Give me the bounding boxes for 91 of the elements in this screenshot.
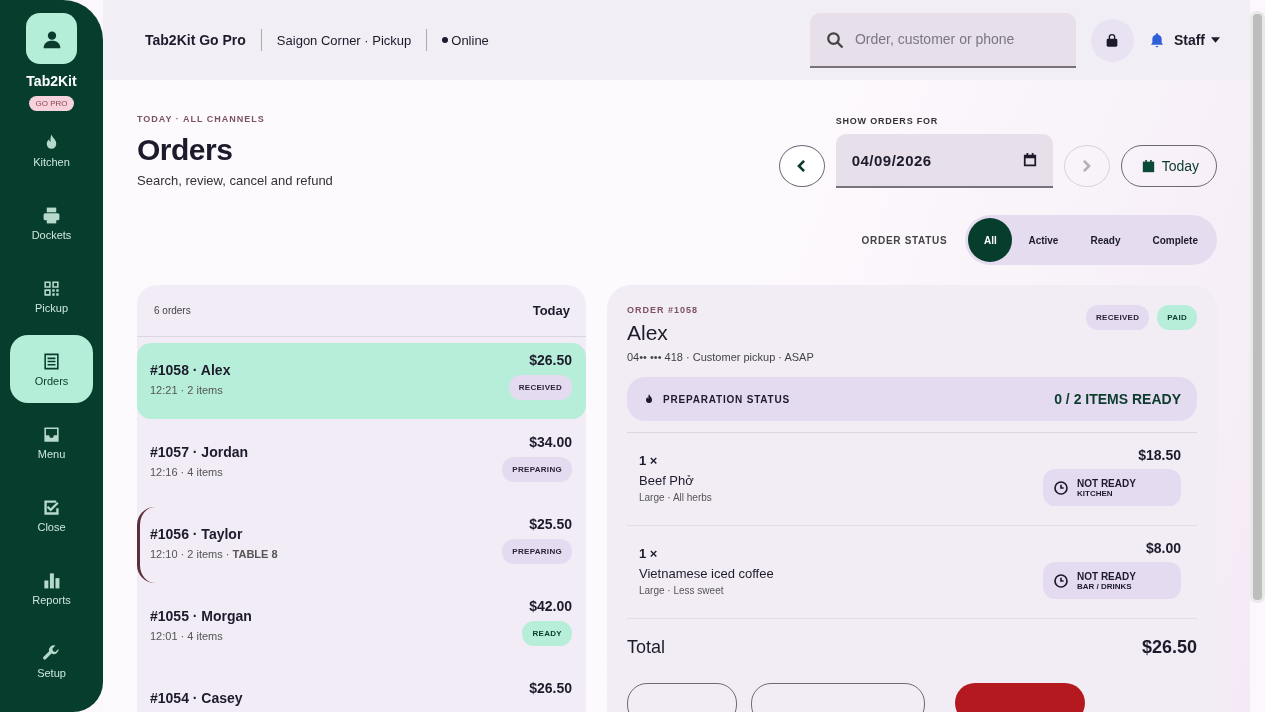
item-status-button[interactable]: NOT READY KITCHEN — [1043, 469, 1181, 506]
nav-item[interactable]: Pickup — [10, 262, 93, 330]
status-badge: PREPARING — [502, 539, 572, 564]
item-options: Large · All herbs — [639, 492, 712, 503]
checkbox-icon — [42, 497, 61, 517]
clock-icon — [1053, 572, 1069, 589]
order-meta: 12:21 · 2 items — [150, 384, 224, 396]
order-meta: 12:16 · 4 items — [150, 466, 224, 478]
order-row[interactable]: #1057 · Jordan 12:16 · 4 items $34.00 PREPARING — [137, 425, 586, 501]
nav-item[interactable]: Reports — [10, 554, 93, 622]
order-title: #1057 · Jordan — [150, 444, 249, 460]
app-name: Tab2Kit Go Pro — [145, 32, 246, 48]
order-number: ORDER #1058 — [627, 305, 700, 315]
customer-name: Alex — [627, 321, 669, 345]
clock-icon — [1053, 479, 1069, 496]
order-amount: $26.50 — [529, 680, 572, 696]
order-row[interactable]: #1054 · Casey $26.50 — [137, 671, 586, 712]
calendar-icon — [1022, 153, 1037, 167]
printer-icon — [42, 205, 61, 225]
nav-item[interactable]: Orders — [10, 335, 93, 403]
order-title: #1058 · Alex — [150, 362, 231, 378]
order-amount: $25.50 — [529, 516, 572, 532]
item-price: $18.50 — [1138, 447, 1181, 463]
order-meta: 04•• ••• 418 · Customer pickup · ASAP — [627, 351, 814, 363]
nav-item[interactable]: Close — [10, 481, 93, 549]
order-count: 6 orders — [154, 305, 191, 316]
page-subtitle: Search, review, cancel and refund — [137, 173, 333, 188]
chevron-right-icon — [1082, 160, 1092, 172]
status-dot-icon — [442, 37, 449, 43]
period-label: Today — [532, 303, 570, 318]
order-title: #1056 · Taylor — [150, 526, 244, 542]
order-title: #1054 · Casey — [150, 690, 243, 706]
item-name: Vietnamese iced coffee — [639, 566, 774, 581]
page-eyebrow: TODAY · ALL CHANNELS — [137, 114, 266, 124]
connection-status: Online — [451, 32, 489, 48]
order-meta: 12:01 · 4 items — [150, 630, 224, 642]
item-name: Beef Phở — [639, 473, 695, 488]
flame-icon — [643, 393, 655, 405]
item-status-button[interactable]: NOT READY BAR / DRINKS — [1043, 562, 1181, 599]
status-badge: PREPARING — [502, 457, 572, 482]
action-button[interactable] — [955, 683, 1085, 712]
item-quantity: 1 × — [639, 546, 659, 561]
brand-name: Tab2Kit — [26, 73, 77, 89]
total-amount: $26.50 — [1141, 637, 1197, 658]
order-row[interactable]: #1058 · Alex 12:21 · 2 items $26.50 RECEIVED — [137, 343, 586, 419]
filter-option[interactable]: Complete — [1136, 218, 1214, 262]
filter-option[interactable]: Ready — [1074, 218, 1137, 262]
order-amount: $34.00 — [529, 434, 572, 450]
order-title: #1055 · Morgan — [150, 608, 252, 624]
item-price: $8.00 — [1145, 540, 1181, 556]
previous-day-button[interactable] — [778, 145, 825, 187]
nav-item[interactable]: Setup — [10, 627, 93, 695]
items-ready-count: 0 / 2 ITEMS READY — [1054, 391, 1181, 407]
search-icon — [825, 30, 844, 49]
bar-chart-icon — [42, 570, 61, 590]
total-label: Total — [627, 637, 666, 658]
user-menu[interactable]: Staff — [1173, 32, 1220, 48]
search-field[interactable]: Order, customer or phone — [809, 12, 1076, 68]
notifications-button[interactable] — [1148, 32, 1165, 48]
order-amount: $42.00 — [529, 598, 572, 614]
nav-item[interactable]: Kitchen — [10, 116, 93, 184]
status-badge: RECEIVED — [508, 375, 572, 400]
order-row[interactable]: #1056 · Taylor 12:10 · 2 items · TABLE 8 $25.50 PREPARING — [137, 507, 586, 583]
scrollbar[interactable] — [1253, 14, 1262, 600]
location-name: Saigon Corner · Pickup — [276, 32, 412, 48]
caret-icon — [1211, 37, 1220, 43]
list-icon — [42, 351, 61, 371]
calendar-icon — [1141, 159, 1155, 173]
filter-label: ORDER STATUS — [861, 234, 948, 246]
plan-badge: GO PRO — [29, 96, 74, 111]
item-quantity: 1 × — [639, 453, 659, 468]
qr-code-icon — [42, 278, 61, 298]
preparation-label: PREPARATION STATUS — [663, 393, 791, 405]
status-badge: RECEIVED — [1085, 305, 1150, 330]
nav-item[interactable]: Dockets — [10, 189, 93, 257]
order-amount: $26.50 — [529, 352, 572, 368]
tray-icon — [42, 424, 61, 444]
filter-option[interactable]: Active — [1012, 218, 1075, 262]
order-row[interactable]: #1055 · Morgan 12:01 · 4 items $42.00 READY — [137, 589, 586, 665]
status-badge: READY — [522, 621, 572, 646]
filter-option[interactable]: All — [968, 218, 1013, 262]
status-badge: PAID — [1157, 305, 1197, 330]
order-meta: 12:10 · 2 items · TABLE 8 — [150, 548, 278, 560]
bell-icon — [1148, 32, 1165, 48]
date-field[interactable]: 04/09/2026 — [835, 134, 1053, 188]
chevron-left-icon — [797, 160, 807, 172]
item-options: Large · Less sweet — [639, 585, 774, 596]
page-title: Orders — [137, 133, 234, 167]
wrench-icon — [42, 643, 61, 663]
date-label: SHOW ORDERS FOR — [835, 116, 940, 126]
nav-item[interactable]: Menu — [10, 408, 93, 476]
